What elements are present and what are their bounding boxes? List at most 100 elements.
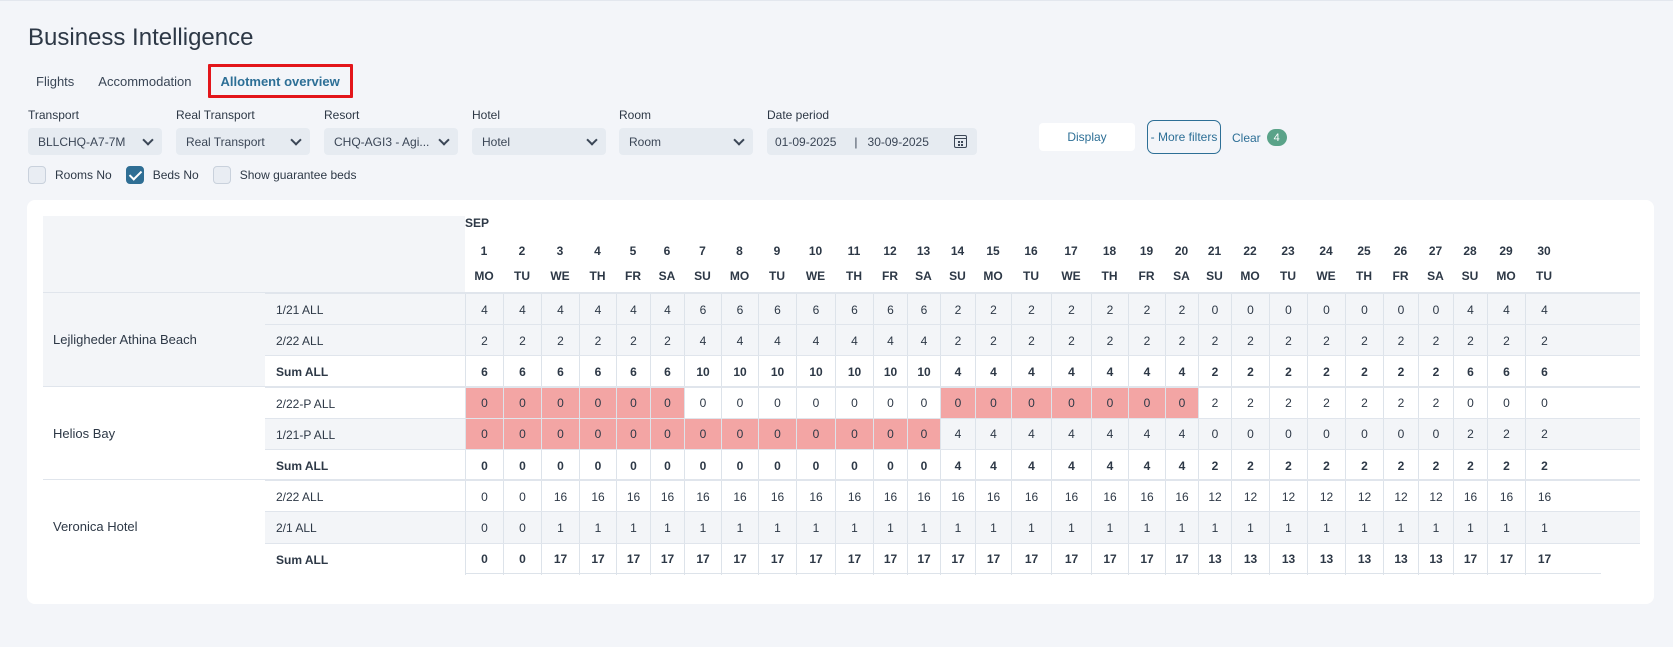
allotment-cell[interactable]: 1	[873, 512, 907, 544]
allotment-cell[interactable]: 0	[907, 418, 940, 450]
allotment-cell[interactable]: 6	[503, 356, 541, 388]
allotment-cell[interactable]: 4	[1165, 418, 1198, 450]
allotment-cell[interactable]: 0	[503, 418, 541, 450]
allotment-cell[interactable]: 0	[1198, 294, 1231, 326]
allotment-cell[interactable]: 0	[1418, 294, 1453, 326]
allotment-cell[interactable]: 2	[1418, 449, 1453, 482]
allotment-cell[interactable]: 0	[650, 418, 684, 450]
allotment-cell[interactable]: 0	[465, 418, 503, 450]
allotment-cell[interactable]: 12	[1269, 481, 1307, 513]
allotment-cell[interactable]: 0	[503, 512, 541, 544]
allotment-cell[interactable]: 0	[835, 387, 873, 419]
allotment-cell[interactable]: 1	[907, 512, 940, 544]
allotment-cell[interactable]: 4	[1051, 449, 1091, 482]
allotment-cell[interactable]: 0	[1345, 418, 1383, 450]
allotment-cell[interactable]: 16	[579, 481, 616, 513]
allotment-cell[interactable]: 16	[650, 481, 684, 513]
resort-select[interactable]: CHQ-AGI3 - Agi...	[324, 128, 458, 155]
allotment-cell[interactable]: 6	[835, 294, 873, 326]
allotment-cell[interactable]: 4	[907, 325, 940, 357]
allotment-cell[interactable]: 6	[873, 294, 907, 326]
allotment-cell[interactable]: 10	[758, 356, 796, 388]
allotment-cell[interactable]: 2	[1307, 449, 1345, 482]
allotment-cell[interactable]: 6	[1525, 356, 1563, 388]
allotment-cell[interactable]: 0	[541, 418, 579, 450]
allotment-cell[interactable]: 16	[721, 481, 758, 513]
allotment-cell[interactable]: 1	[1525, 512, 1563, 544]
allotment-cell[interactable]: 2	[503, 325, 541, 357]
allotment-cell[interactable]: 0	[1231, 418, 1269, 450]
allotment-cell[interactable]: 4	[1128, 418, 1165, 450]
allotment-cell[interactable]: 4	[503, 294, 541, 326]
allotment-cell[interactable]: 0	[873, 418, 907, 450]
allotment-cell[interactable]: 2	[1011, 325, 1051, 357]
allotment-cell[interactable]: 2	[1165, 325, 1198, 357]
allotment-cell[interactable]: 17	[579, 543, 616, 575]
allotment-cell[interactable]: 0	[1269, 418, 1307, 450]
allotment-cell[interactable]: 0	[1418, 418, 1453, 450]
allotment-cell[interactable]: 2	[650, 325, 684, 357]
allotment-cell[interactable]: 2	[1198, 325, 1231, 357]
date-period-input[interactable]: 01-09-2025 | 30-09-2025	[767, 128, 977, 155]
allotment-cell[interactable]: 17	[1165, 543, 1198, 575]
allotment-cell[interactable]: 1	[1307, 512, 1345, 544]
allotment-cell[interactable]: 16	[1525, 481, 1563, 513]
allotment-cell[interactable]: 0	[465, 387, 503, 419]
allotment-cell[interactable]: 6	[541, 356, 579, 388]
allotment-cell[interactable]: 6	[465, 356, 503, 388]
allotment-cell[interactable]: 2	[1487, 325, 1525, 357]
allotment-cell[interactable]: 4	[650, 294, 684, 326]
allotment-cell[interactable]: 10	[873, 356, 907, 388]
allotment-cell[interactable]: 0	[721, 449, 758, 482]
allotment-cell[interactable]: 0	[684, 449, 721, 482]
allotment-cell[interactable]: 2	[1453, 325, 1487, 357]
allotment-cell[interactable]: 2	[1307, 387, 1345, 419]
allotment-cell[interactable]: 12	[1307, 481, 1345, 513]
allotment-cell[interactable]: 2	[1525, 325, 1563, 357]
allotment-cell[interactable]: 2	[1383, 387, 1418, 419]
rooms-no-checkbox[interactable]: Rooms No	[28, 166, 112, 184]
allotment-cell[interactable]: 1	[616, 512, 650, 544]
allotment-cell[interactable]: 2	[1418, 387, 1453, 419]
allotment-cell[interactable]: 6	[1453, 356, 1487, 388]
allotment-cell[interactable]: 1	[1269, 512, 1307, 544]
allotment-cell[interactable]: 2	[1453, 449, 1487, 482]
allotment-cell[interactable]: 17	[650, 543, 684, 575]
allotment-cell[interactable]: 4	[1091, 356, 1128, 388]
allotment-cell[interactable]: 1	[1011, 512, 1051, 544]
allotment-cell[interactable]: 4	[721, 325, 758, 357]
allotment-cell[interactable]: 4	[1011, 356, 1051, 388]
allotment-cell[interactable]: 17	[541, 543, 579, 575]
allotment-cell[interactable]: 1	[1091, 512, 1128, 544]
allotment-cell[interactable]: 0	[758, 449, 796, 482]
allotment-cell[interactable]: 16	[1128, 481, 1165, 513]
allotment-cell[interactable]: 4	[1165, 449, 1198, 482]
allotment-cell[interactable]: 2	[1128, 325, 1165, 357]
hotel-select[interactable]: Hotel	[472, 128, 606, 155]
allotment-cell[interactable]: 2	[1231, 449, 1269, 482]
allotment-cell[interactable]: 4	[940, 449, 975, 482]
allotment-cell[interactable]: 0	[721, 387, 758, 419]
allotment-cell[interactable]: 2	[1345, 387, 1383, 419]
allotment-cell[interactable]: 6	[579, 356, 616, 388]
allotment-cell[interactable]: 2	[940, 294, 975, 326]
allotment-cell[interactable]: 2	[1525, 449, 1563, 482]
allotment-cell[interactable]: 17	[796, 543, 835, 575]
allotment-cell[interactable]: 0	[1165, 387, 1198, 419]
allotment-cell[interactable]: 2	[1011, 294, 1051, 326]
allotment-cell[interactable]: 4	[796, 325, 835, 357]
allotment-cell[interactable]: 16	[907, 481, 940, 513]
allotment-cell[interactable]: 2	[940, 325, 975, 357]
allotment-cell[interactable]: 4	[1128, 356, 1165, 388]
display-button[interactable]: Display	[1039, 123, 1135, 151]
allotment-cell[interactable]: 0	[873, 387, 907, 419]
calendar-icon[interactable]	[954, 135, 967, 148]
allotment-cell[interactable]: 2	[1487, 449, 1525, 482]
allotment-cell[interactable]: 1	[1418, 512, 1453, 544]
allotment-cell[interactable]: 0	[721, 418, 758, 450]
allotment-cell[interactable]: 2	[1418, 356, 1453, 388]
allotment-cell[interactable]: 2	[1383, 356, 1418, 388]
allotment-cell[interactable]: 4	[758, 325, 796, 357]
allotment-cell[interactable]: 1	[940, 512, 975, 544]
allotment-cell[interactable]: 0	[579, 449, 616, 482]
